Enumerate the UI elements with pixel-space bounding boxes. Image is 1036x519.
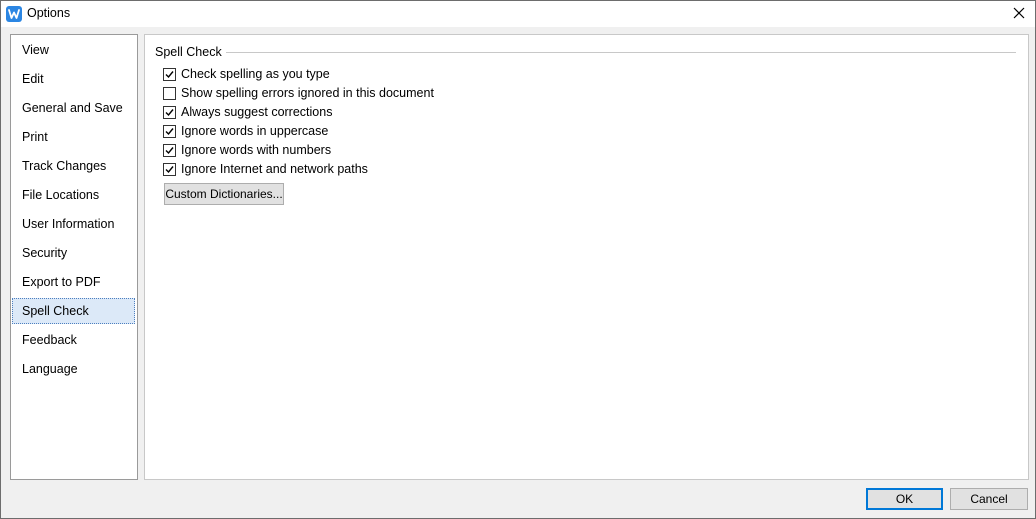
checkmark-icon: [165, 70, 174, 78]
spell-check-panel: Spell Check Check spelling as you type S…: [144, 34, 1029, 480]
group-divider: [219, 52, 1016, 53]
sidebar-item-export-to-pdf[interactable]: Export to PDF: [12, 269, 135, 295]
close-icon: [1013, 7, 1025, 22]
sidebar-item-spell-check[interactable]: Spell Check: [12, 298, 135, 324]
checkmark-icon: [165, 108, 174, 116]
check-spelling-as-you-type-option[interactable]: Check spelling as you type: [163, 66, 330, 82]
checkbox[interactable]: [163, 162, 176, 176]
checkmark-icon: [165, 165, 174, 173]
sidebar-item-language[interactable]: Language: [12, 356, 135, 382]
checkbox[interactable]: [163, 124, 176, 138]
always-suggest-corrections-option[interactable]: Always suggest corrections: [163, 104, 332, 120]
checkmark-icon: [165, 146, 174, 154]
options-category-list: View Edit General and Save Print Track C…: [10, 34, 138, 480]
option-label: Ignore words in uppercase: [181, 124, 329, 138]
sidebar-item-user-information[interactable]: User Information: [12, 211, 135, 237]
ok-button[interactable]: OK: [866, 488, 943, 510]
custom-dictionaries-button[interactable]: Custom Dictionaries...: [164, 183, 284, 205]
option-label: Ignore words with numbers: [181, 143, 332, 157]
sidebar-item-edit[interactable]: Edit: [12, 66, 135, 92]
sidebar-item-security[interactable]: Security: [12, 240, 135, 266]
ignore-uppercase-option[interactable]: Ignore words in uppercase: [163, 123, 328, 139]
option-label: Always suggest corrections: [181, 105, 333, 119]
checkmark-icon: [165, 127, 174, 135]
cancel-button[interactable]: Cancel: [950, 488, 1028, 510]
close-button[interactable]: [1003, 1, 1035, 27]
option-label: Ignore Internet and network paths: [181, 162, 368, 176]
checkbox[interactable]: [163, 86, 176, 100]
sidebar-item-general-and-save[interactable]: General and Save: [12, 95, 135, 121]
checkbox[interactable]: [163, 67, 176, 81]
option-label: Show spelling errors ignored in this doc…: [181, 86, 434, 100]
sidebar-item-track-changes[interactable]: Track Changes: [12, 153, 135, 179]
sidebar-item-print[interactable]: Print: [12, 124, 135, 150]
ignore-numbers-option[interactable]: Ignore words with numbers: [163, 142, 331, 158]
option-label: Check spelling as you type: [181, 67, 330, 81]
sidebar-item-view[interactable]: View: [12, 37, 135, 63]
sidebar-item-feedback[interactable]: Feedback: [12, 327, 135, 353]
checkbox[interactable]: [163, 143, 176, 157]
ignore-internet-paths-option[interactable]: Ignore Internet and network paths: [163, 161, 368, 177]
checkbox[interactable]: [163, 105, 176, 119]
show-ignored-errors-option[interactable]: Show spelling errors ignored in this doc…: [163, 85, 434, 101]
window-title: Options: [27, 6, 71, 20]
options-dialog: Options View Edit General and Save Print…: [0, 0, 1036, 519]
title-bar[interactable]: Options: [1, 1, 1035, 27]
sidebar-item-file-locations[interactable]: File Locations: [12, 182, 135, 208]
group-title: Spell Check: [155, 45, 226, 59]
wps-writer-icon: [6, 6, 22, 22]
